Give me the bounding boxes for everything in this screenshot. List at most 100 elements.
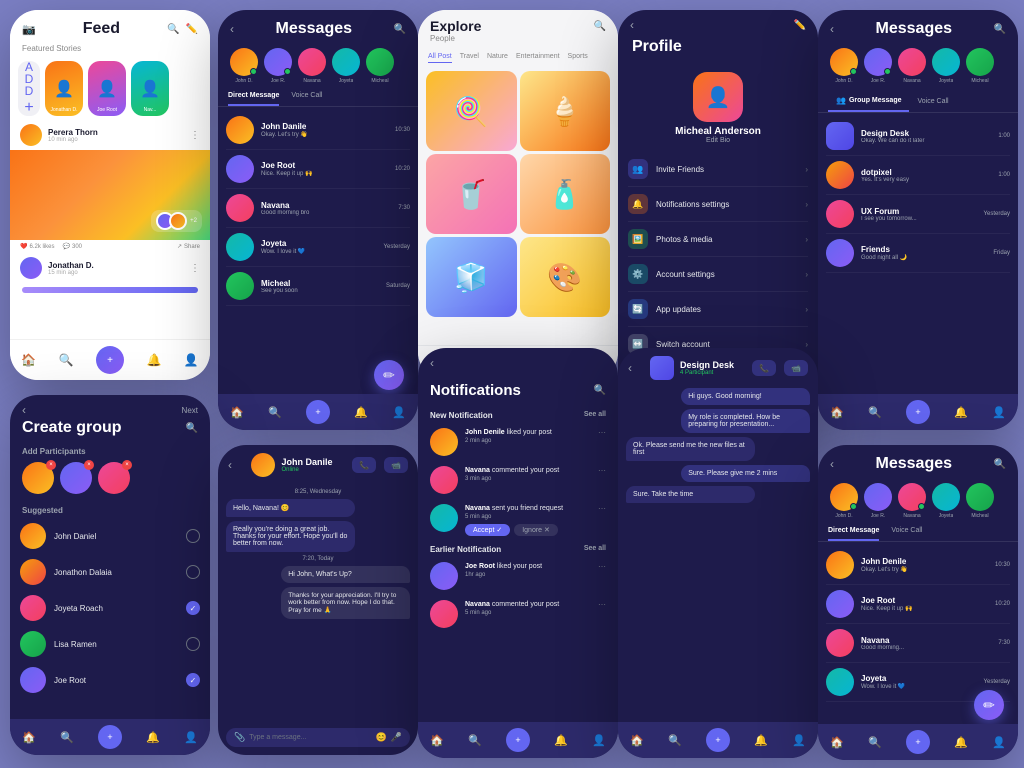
tab-group-message[interactable]: 👥 Group Message [828, 92, 909, 112]
see-all-button-2[interactable]: See all [584, 545, 606, 554]
menu-item-photos[interactable]: 🖼️ Photos & media › [628, 222, 808, 257]
avatar-item[interactable]: Navana [298, 48, 326, 84]
notification-item[interactable]: Navana commented your post 3 min ago ⋯ [418, 461, 618, 499]
nav-home[interactable]: 🏠 [21, 353, 36, 367]
explore-image[interactable]: 🍦 [520, 71, 611, 151]
search-icon[interactable]: 🔍 [594, 385, 606, 396]
chat-input[interactable]: Type a message... [249, 734, 371, 741]
person-item[interactable]: Jonathon Dalaia [20, 554, 200, 590]
more-icon[interactable]: ⋮ [190, 130, 200, 141]
tab-voice-call[interactable]: Voice Call [291, 92, 322, 106]
message-item[interactable]: Design Desk Okay. We can do it later 1:0… [826, 117, 1010, 156]
message-item[interactable]: John Danile Okay. Let's try 👋 10:30 [226, 111, 410, 150]
tab-sports[interactable]: Sports [568, 51, 588, 63]
participant-item[interactable]: × [60, 462, 92, 494]
check-box[interactable]: ✓ [186, 673, 200, 687]
check-box[interactable] [186, 565, 200, 579]
participant-item[interactable]: × [22, 462, 54, 494]
notification-item[interactable]: John Denile liked your post 2 min ago ⋯ [418, 423, 618, 461]
tab-entertainment[interactable]: Entertainment [516, 51, 560, 63]
nav-profile[interactable]: 👤 [184, 731, 198, 744]
nav-profile[interactable]: 👤 [792, 734, 806, 747]
nav-bell[interactable]: 🔔 [954, 736, 968, 749]
message-item[interactable]: Joe Root Nice. Keep it up 🙌 10:20 [226, 150, 410, 189]
attach-icon[interactable]: 📎 [234, 732, 245, 743]
nav-profile[interactable]: 👤 [392, 406, 406, 419]
nav-home[interactable]: 🏠 [230, 406, 244, 419]
nav-add[interactable]: + [96, 346, 124, 374]
avatar-item[interactable]: Micheal [366, 48, 394, 84]
more-icon[interactable]: ⋯ [598, 504, 606, 513]
menu-item-account[interactable]: ⚙️ Account settings › [628, 257, 808, 292]
back-button[interactable]: ‹ [630, 18, 634, 32]
nav-profile[interactable]: 👤 [592, 734, 606, 747]
nav-search[interactable]: 🔍 [59, 353, 74, 367]
tab-direct-message[interactable]: Direct Message [828, 527, 879, 541]
check-box[interactable]: ✓ [186, 601, 200, 615]
video-button[interactable]: 📹 [784, 360, 808, 376]
nav-bell[interactable]: 🔔 [146, 353, 161, 367]
search-icon[interactable]: 🔍 [167, 24, 179, 35]
person-item[interactable]: Joe Root ✓ [20, 662, 200, 698]
explore-image[interactable]: 🧊 [426, 237, 517, 317]
explore-image[interactable]: 🍭 [426, 71, 517, 151]
back-button[interactable]: ‹ [228, 458, 232, 472]
menu-item-updates[interactable]: 🔄 App updates › [628, 292, 808, 327]
nav-home[interactable]: 🏠 [22, 731, 36, 744]
avatar-item[interactable]: John D. [830, 48, 858, 84]
tab-direct-message[interactable]: Direct Message [228, 92, 279, 106]
check-box[interactable] [186, 529, 200, 543]
notification-item-request[interactable]: Navana sent you friend request 5 min ago… [418, 499, 618, 541]
ignore-button[interactable]: Ignore ✕ [514, 524, 558, 536]
message-item[interactable]: Friends Good night all 🌙 Friday [826, 234, 1010, 273]
explore-image[interactable]: 🥤 [426, 154, 517, 234]
mic-icon[interactable]: 🎤 [391, 732, 402, 743]
profile-edit-bio[interactable]: Edit Bio [706, 137, 730, 144]
tab-voice-call[interactable]: Voice Call [909, 92, 956, 112]
tab-nature[interactable]: Nature [487, 51, 508, 63]
avatar-item[interactable]: Micheal [966, 483, 994, 519]
nav-add[interactable]: + [506, 728, 530, 752]
message-item[interactable]: dotpixel Yes. It's very easy 1:00 [826, 156, 1010, 195]
next-button[interactable]: Next [182, 406, 198, 415]
nav-add[interactable]: + [906, 400, 930, 424]
message-item[interactable]: Joyeta Wow. I love it 💙 Yesterday [226, 228, 410, 267]
nav-bell[interactable]: 🔔 [554, 734, 568, 747]
search-icon[interactable]: 🔍 [994, 459, 1006, 470]
back-button[interactable]: ‹ [830, 457, 834, 471]
nav-add[interactable]: + [706, 728, 730, 752]
nav-search[interactable]: 🔍 [868, 406, 882, 419]
compose-fab[interactable]: ✏ [374, 360, 404, 390]
tab-all[interactable]: All Post [428, 51, 452, 63]
tab-travel[interactable]: Travel [460, 51, 479, 63]
message-item[interactable]: Micheal See you soon Saturday [226, 267, 410, 306]
notification-item[interactable]: Joe Root liked your post 1hr ago ⋯ [418, 557, 618, 595]
back-button[interactable]: ‹ [22, 403, 26, 417]
search-icon[interactable]: 🔍 [594, 21, 606, 32]
edit-icon[interactable]: ✏️ [186, 24, 198, 35]
more-icon[interactable]: ⋮ [190, 263, 200, 274]
nav-add[interactable]: + [306, 400, 330, 424]
avatar-item[interactable]: Joyeta [932, 483, 960, 519]
accept-button[interactable]: Accept ✓ [465, 524, 510, 536]
nav-home[interactable]: 🏠 [630, 734, 644, 747]
message-item[interactable]: UX Forum I see you tomorrow... Yesterday [826, 195, 1010, 234]
person-item[interactable]: John Daniel [20, 518, 200, 554]
avatar-item[interactable]: Joyeta [332, 48, 360, 84]
avatar-item[interactable]: John D. [830, 483, 858, 519]
search-icon[interactable]: 🔍 [994, 24, 1006, 35]
menu-item-invite[interactable]: 👥 Invite Friends › [628, 152, 808, 187]
message-item[interactable]: Navana Good morning... 7:30 [826, 624, 1010, 663]
message-item[interactable]: Joe Root Nice. Keep it up 🙌 10:20 [826, 585, 1010, 624]
add-story-button[interactable]: A D D + [18, 61, 40, 116]
story-item[interactable]: 👤 Joe Root [88, 61, 126, 116]
person-item[interactable]: Joyeta Roach ✓ [20, 590, 200, 626]
nav-search[interactable]: 🔍 [668, 734, 682, 747]
back-button[interactable]: ‹ [430, 356, 434, 370]
participant-item[interactable]: × [98, 462, 130, 494]
edit-icon[interactable]: ✏️ [794, 20, 806, 31]
back-button[interactable]: ‹ [628, 361, 632, 375]
cg-search-icon[interactable]: 🔍 [186, 423, 198, 434]
nav-profile[interactable]: 👤 [184, 353, 199, 367]
video-button[interactable]: 📹 [384, 457, 408, 473]
